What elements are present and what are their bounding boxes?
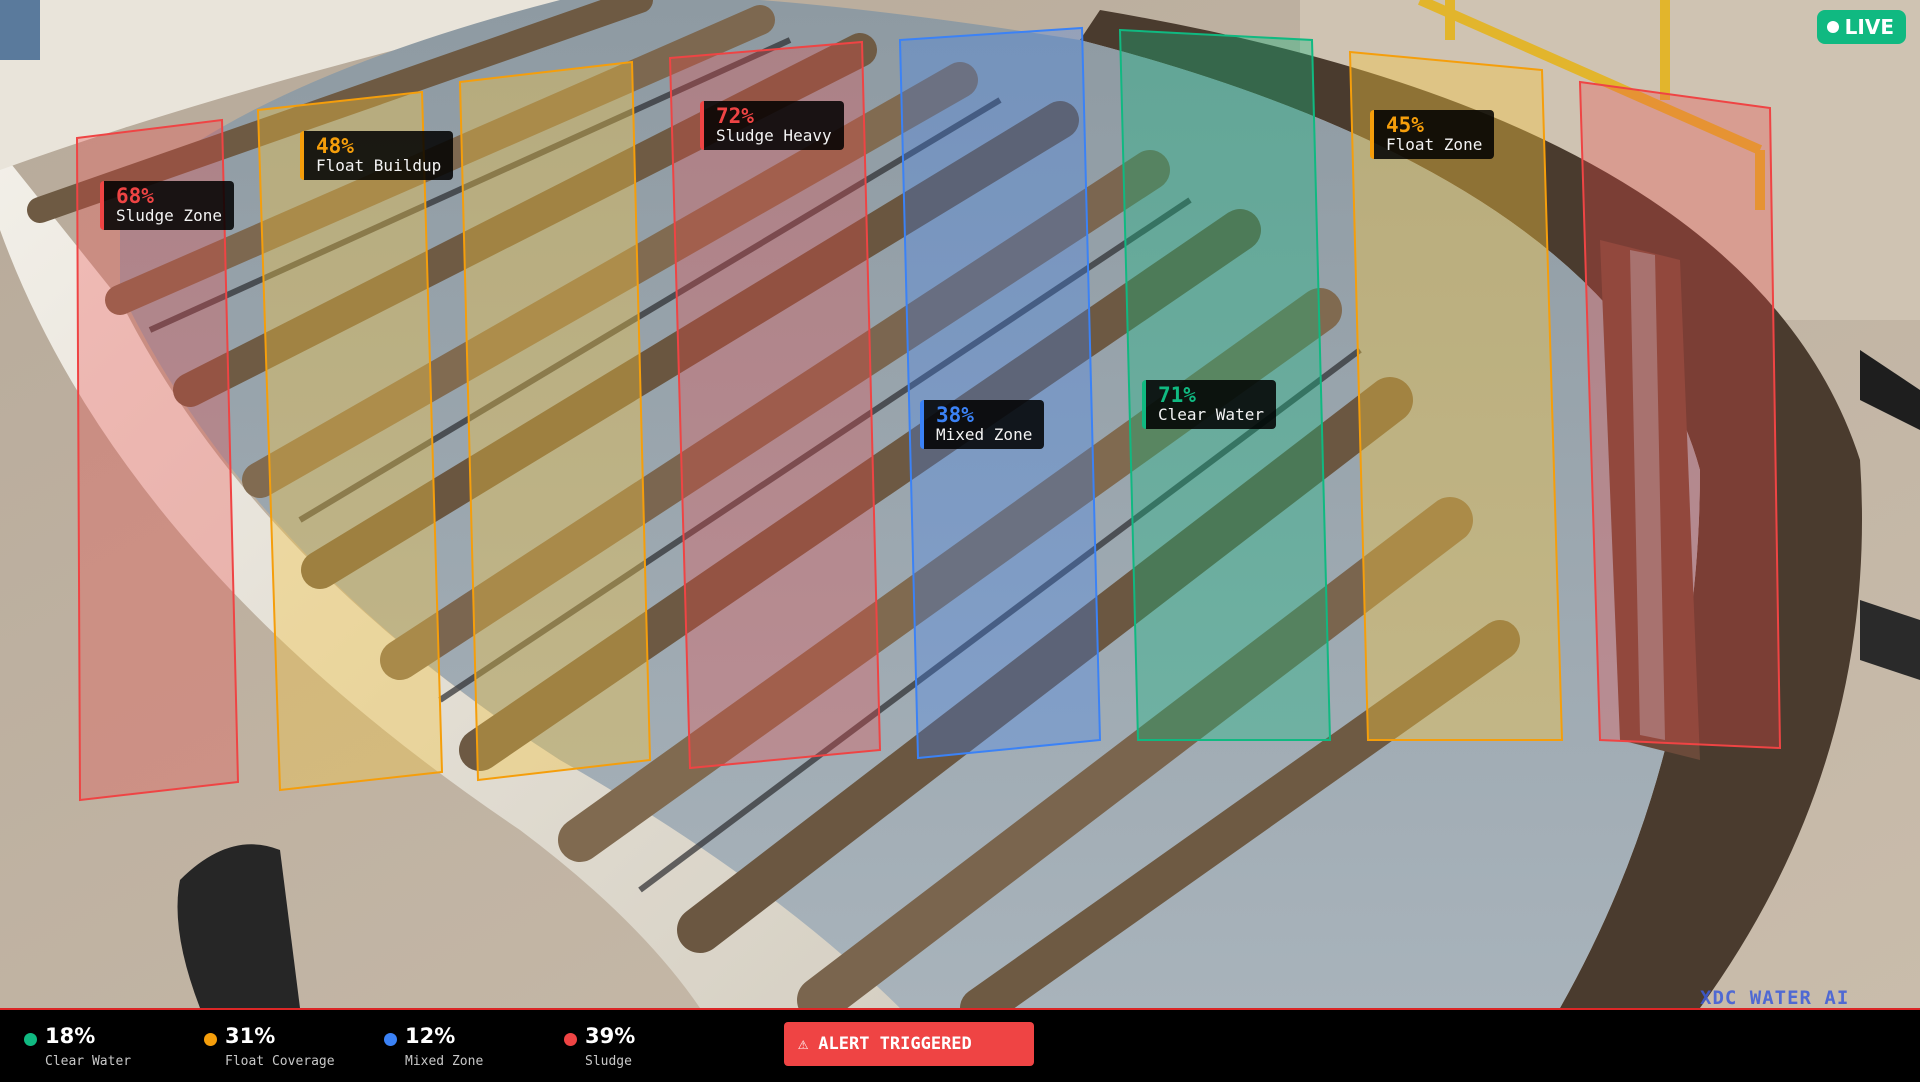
zone-label-float-buildup: 48% Float Buildup <box>300 131 454 180</box>
sludge-dot-icon <box>564 1033 577 1046</box>
zone-overlays <box>75 26 1782 802</box>
live-label: LIVE <box>1844 15 1894 39</box>
zone-label-clear-water: 71% Clear Water <box>1142 380 1276 429</box>
live-dot-icon <box>1826 21 1839 33</box>
metric-label: Mixed Zone <box>405 1054 484 1069</box>
float-coverage-dot-icon <box>204 1033 217 1046</box>
alert-label: ALERT TRIGGERED <box>818 1034 972 1054</box>
zone-name: Float Zone <box>1386 135 1483 155</box>
watermark: XDC WATER AI <box>1700 987 1850 1008</box>
zone-label-sludge-zone: 68% Sludge Zone <box>100 181 234 230</box>
zone-box-float-buildup <box>256 90 444 792</box>
zone-label-float-zone: 45% Float Zone <box>1370 110 1495 159</box>
zone-label-mixed-zone: 38% Mixed Zone <box>920 400 1045 449</box>
clear-water-dot-icon <box>24 1033 37 1046</box>
zone-name: Sludge Heavy <box>716 126 832 146</box>
metric-value: 12% <box>405 1024 456 1048</box>
camera-feed: 68% Sludge Zone 48% Float Buildup 72% Sl… <box>0 0 1920 1008</box>
zone-percent: 71% <box>1158 383 1196 407</box>
zone-name: Mixed Zone <box>936 425 1033 445</box>
metric-value: 31% <box>225 1024 276 1048</box>
metric-label: Float Coverage <box>225 1054 335 1069</box>
status-bar: 18% Clear Water 31% Float Coverage 12% M… <box>0 1008 1920 1082</box>
zone-name: Float Buildup <box>316 156 442 176</box>
mixed-zone-dot-icon <box>384 1033 397 1046</box>
zone-percent: 38% <box>936 403 974 427</box>
alert-triggered-button[interactable]: ⚠ ALERT TRIGGERED <box>784 1022 1034 1066</box>
zone-box-sludge-right <box>1578 80 1782 750</box>
metric-value: 18% <box>45 1024 96 1048</box>
metric-label: Clear Water <box>45 1054 132 1069</box>
zone-label-sludge-heavy: 72% Sludge Heavy <box>700 101 844 150</box>
zone-percent: 72% <box>716 104 754 128</box>
warning-icon: ⚠ <box>798 1034 809 1054</box>
zone-name: Clear Water <box>1158 405 1264 425</box>
metric-label: Sludge <box>585 1054 632 1069</box>
zone-box-float-middle <box>458 60 652 782</box>
zone-percent: 48% <box>316 134 354 158</box>
zone-name: Sludge Zone <box>116 206 222 226</box>
zone-box-mixed-zone <box>898 26 1102 760</box>
metric-value: 39% <box>585 1024 636 1048</box>
zone-box-sludge-heavy <box>668 40 882 770</box>
zone-percent: 45% <box>1386 113 1424 137</box>
zone-percent: 68% <box>116 184 154 208</box>
live-badge: LIVE <box>1816 10 1906 44</box>
